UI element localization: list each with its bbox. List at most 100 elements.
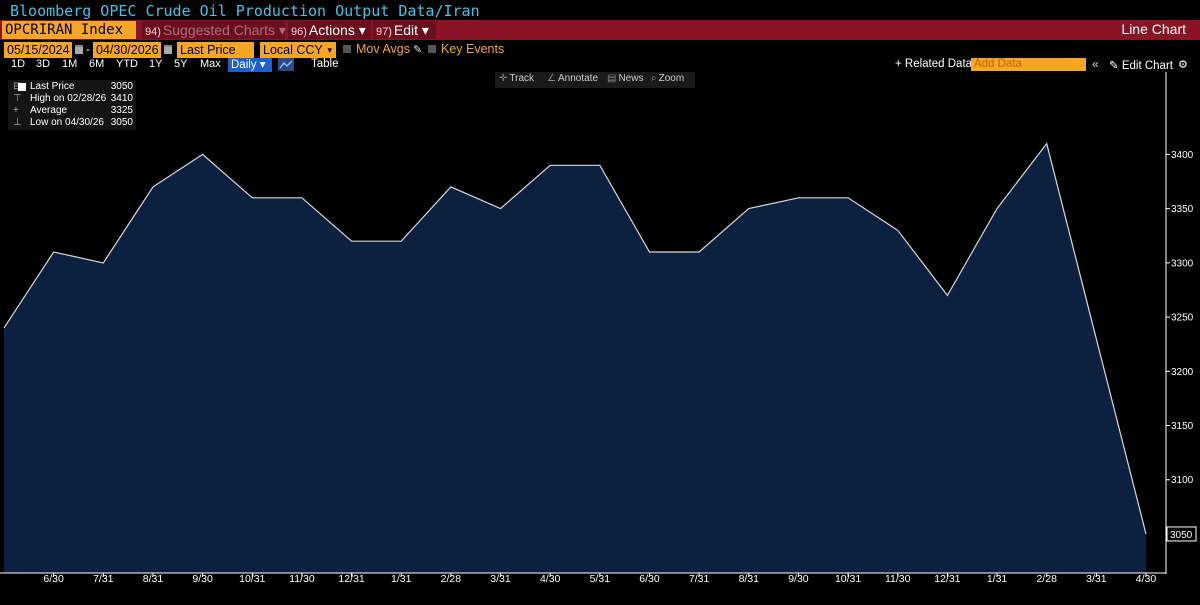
legend-high-label: High on 02/28/26 <box>30 93 107 104</box>
data-point[interactable] <box>201 152 205 156</box>
calendar-icon[interactable] <box>164 45 172 54</box>
currency-select[interactable]: Local CCY ▾ <box>260 42 336 58</box>
x-tick-label: 2/28 <box>1036 573 1057 585</box>
x-tick-label: 7/31 <box>93 573 114 585</box>
legend-last-price[interactable]: ⊟ Last Price 3050 <box>8 81 136 93</box>
crosshair-icon: ✛ <box>499 73 508 84</box>
chevron-down-icon: ▾ <box>256 59 266 71</box>
x-tick-label: 8/31 <box>739 573 760 585</box>
x-tick-label: 11/30 <box>885 573 911 585</box>
data-point[interactable] <box>747 207 751 211</box>
legend-high-value: 3410 <box>110 93 133 104</box>
period-button-max[interactable]: Max <box>200 58 221 70</box>
x-tick-label: 3/31 <box>1086 573 1107 585</box>
data-point[interactable] <box>796 196 800 200</box>
command-bar: OPCRIRAN Index 94) Suggested Charts ▾ 96)… <box>0 20 1200 40</box>
key-events-checkbox[interactable] <box>428 45 436 53</box>
edit-chart-button[interactable]: ✎ Edit Chart <box>1109 58 1173 72</box>
suggested-charts-button[interactable]: 94) Suggested Charts ▾ <box>142 21 286 39</box>
x-tick-label: 10/31 <box>835 573 861 585</box>
magnifier-icon: ⌕ <box>651 73 657 84</box>
pencil-icon[interactable]: ✎ <box>410 44 422 56</box>
data-point[interactable] <box>945 293 949 297</box>
track-tool[interactable]: ✛ Track <box>499 73 534 84</box>
end-date-field[interactable]: 04/30/2026 <box>93 42 161 58</box>
news-tool[interactable]: ▤ News <box>607 73 643 84</box>
related-data-button[interactable]: + Related Data <box>895 58 972 70</box>
key-events-label[interactable]: Key Events <box>441 42 504 56</box>
legend-last-label: Last Price <box>30 81 75 92</box>
mov-avgs-checkbox[interactable] <box>343 45 351 53</box>
price-field-select[interactable]: Last Price <box>177 42 254 58</box>
data-point[interactable] <box>548 163 552 167</box>
period-button-5y[interactable]: 5Y <box>174 58 187 70</box>
start-date-field[interactable]: 05/15/2024 <box>4 42 72 58</box>
data-point[interactable] <box>697 250 701 254</box>
x-tick-label: 1/31 <box>391 573 412 585</box>
area-layer <box>2 142 1148 573</box>
collapse-icon[interactable]: « <box>1092 57 1099 71</box>
suggested-charts-label: Suggested Charts <box>162 22 275 38</box>
data-point[interactable] <box>1045 142 1049 146</box>
chart-tools: ✛ Track ∠ Annotate ▤ News ⌕ Zoom <box>495 72 695 88</box>
add-data-input[interactable]: Add Data <box>971 58 1086 71</box>
legend-low: ⊥ Low on 04/30/26 3050 <box>8 117 136 129</box>
data-point[interactable] <box>449 185 453 189</box>
data-point[interactable] <box>151 185 155 189</box>
period-button-3d[interactable]: 3D <box>36 58 50 70</box>
x-tick-label: 12/31 <box>934 573 960 585</box>
mov-avgs-label[interactable]: Mov Avgs ✎ <box>356 42 422 56</box>
period-button-1d[interactable]: 1D <box>11 58 25 70</box>
data-point[interactable] <box>598 163 602 167</box>
chevron-down-icon: ▾ <box>354 22 366 38</box>
period-button-1m[interactable]: 1M <box>62 58 77 70</box>
x-tick-label: 11/30 <box>289 573 315 585</box>
data-point[interactable] <box>846 196 850 200</box>
ticker-input[interactable]: OPCRIRAN Index <box>2 21 136 39</box>
data-point[interactable] <box>399 239 403 243</box>
data-point[interactable] <box>648 250 652 254</box>
chart-type-label: Line Chart <box>1121 21 1186 37</box>
data-point[interactable] <box>250 196 254 200</box>
line-chart-icon[interactable] <box>278 58 294 71</box>
y-tick-label: 3300 <box>1171 258 1194 269</box>
table-tab[interactable]: Table <box>311 58 339 70</box>
y-tick-label: 3200 <box>1171 367 1194 378</box>
average-marker-icon: + <box>13 105 19 116</box>
actions-button[interactable]: 96) Actions ▾ <box>288 21 371 39</box>
data-point[interactable] <box>300 196 304 200</box>
period-button-6m[interactable]: 6M <box>89 58 104 70</box>
data-point[interactable] <box>101 261 105 265</box>
zoom-tool[interactable]: ⌕ Zoom <box>651 73 684 84</box>
y-tick-label: 3350 <box>1171 204 1194 215</box>
data-point[interactable] <box>1144 532 1148 536</box>
series-swatch <box>18 83 26 91</box>
data-point[interactable] <box>2 326 6 330</box>
data-point[interactable] <box>499 207 503 211</box>
y-tick-label: 3100 <box>1171 475 1194 486</box>
data-point[interactable] <box>995 207 999 211</box>
gear-icon[interactable]: ⚙ <box>1178 58 1188 71</box>
suggested-charts-number: 94) <box>145 26 161 38</box>
x-tick-label: 3/31 <box>490 573 511 585</box>
period-button-ytd[interactable]: YTD <box>116 58 138 70</box>
calendar-icon[interactable] <box>75 45 83 54</box>
y-tick-label: 3400 <box>1171 150 1194 161</box>
edit-button[interactable]: 97) Edit ▾ <box>373 21 436 39</box>
annotate-tool[interactable]: ∠ Annotate <box>547 73 598 84</box>
x-tick-label: 2/28 <box>441 573 462 585</box>
pen-icon: ∠ <box>547 73 556 84</box>
data-point[interactable] <box>52 250 56 254</box>
data-point[interactable] <box>1094 337 1098 341</box>
legend: ⊟ Last Price 3050 ⊤ High on 02/28/26 341… <box>8 80 136 130</box>
data-point[interactable] <box>350 239 354 243</box>
chart-area[interactable]: 6/30 7/31 8/31 9/30 10/31 11/30 12/31 1/31 2/28 3… <box>0 72 1200 605</box>
data-point[interactable] <box>896 228 900 232</box>
frequency-select[interactable]: Daily ▾ <box>228 58 272 72</box>
low-marker-icon: ⊥ <box>13 117 22 128</box>
period-button-1y[interactable]: 1Y <box>149 58 162 70</box>
title-bar: Bloomberg OPEC Crude Oil Production Outp… <box>0 0 1200 20</box>
x-tick-label: 1/31 <box>987 573 1008 585</box>
actions-number: 96) <box>291 26 307 38</box>
legend-last-value: 3050 <box>110 81 133 92</box>
